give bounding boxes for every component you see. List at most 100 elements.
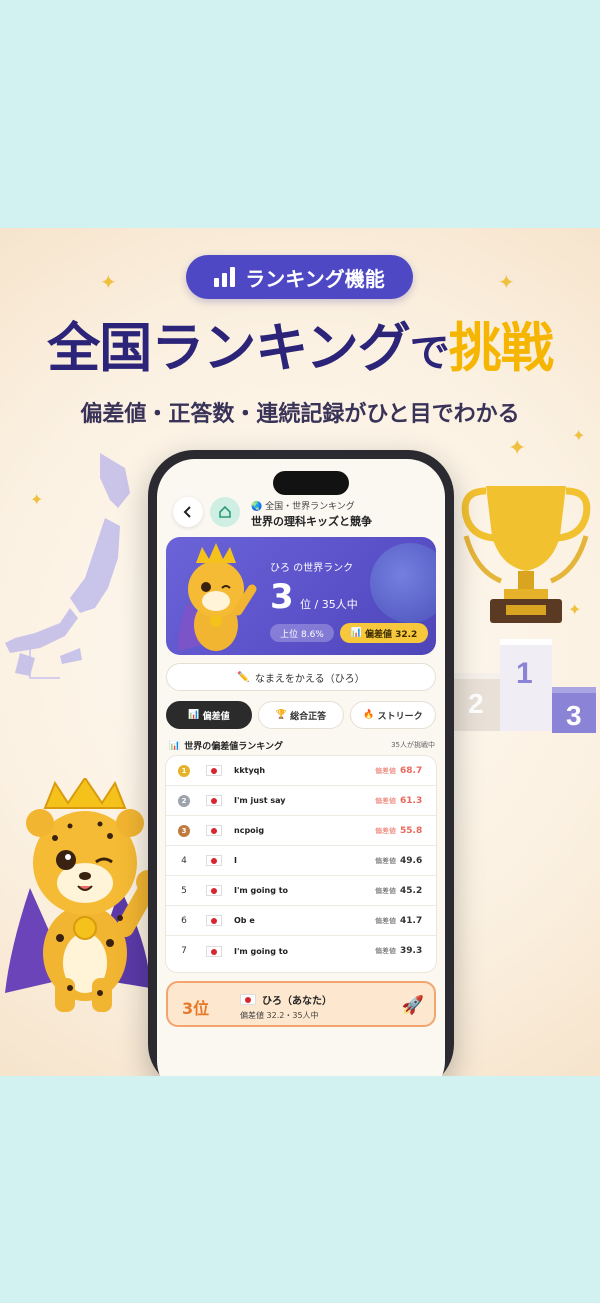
subheadline: 偏差値・正答数・連続記録がひと目でわかる <box>80 402 520 427</box>
tab-label: 総合正答 <box>290 711 327 722</box>
player-name: I'm just say <box>234 796 286 805</box>
headline-accent: 挑戦 <box>448 318 554 379</box>
ranking-list-title: 📊 世界の偏差値ランキング <box>169 739 283 753</box>
rename-button-label: なまえをかえる（ひろ） <box>254 673 365 685</box>
phone-mockup: 🌏 全国・世界ランキング 世界の理科キッズと競争 ひろ の世界ランク 3 位 /… <box>148 450 454 1076</box>
score-label: 偏差値 <box>375 796 396 805</box>
my-position-card[interactable]: 3位 ひろ（あなた） 偏差値 32.2・35人中 🚀 <box>166 981 436 1027</box>
tab-label: ストリーク <box>377 711 423 722</box>
silver-medal-icon: 2 <box>178 794 190 807</box>
player-name: kktyqh <box>234 766 266 775</box>
ranking-row[interactable]: 4 I 偏差値 49.6 <box>166 846 436 876</box>
feature-badge: ランキング機能 <box>186 255 413 299</box>
score-value: 55.8 <box>400 825 423 836</box>
fire-icon: 🔥 <box>363 710 375 720</box>
screen-subtitle: 🌏 全国・世界ランキング <box>251 502 355 512</box>
score-label: 偏差値 <box>375 856 396 865</box>
rank-cell: 5 <box>181 885 187 896</box>
score-label: 偏差値 <box>375 916 396 925</box>
ranking-list: 1 kktyqh 偏差値 68.7 2 I'm just say 偏差値 61.… <box>165 755 437 973</box>
dynamic-island <box>273 471 349 495</box>
bar-chart-icon <box>214 267 236 287</box>
chevron-left-icon <box>183 506 191 518</box>
my-stats: 偏差値 32.2・35人中 <box>240 1011 319 1020</box>
japan-flag-icon <box>206 885 222 896</box>
my-name-text: ひろ（あなた） <box>262 996 332 1007</box>
ranking-row[interactable]: 5 I'm going to 偏差値 45.2 <box>166 876 436 906</box>
bar-chart-icon: 📊 <box>350 628 362 638</box>
sparkle-icon: ✦ <box>572 426 586 445</box>
player-name: Ob e <box>234 916 255 925</box>
sparkle-icon: ✦ <box>100 270 117 294</box>
headline-mid: で <box>409 330 450 376</box>
score-value: 61.3 <box>400 795 423 806</box>
tab-deviation[interactable]: 📊 偏差値 <box>166 701 252 729</box>
headline-main: 全国ランキング <box>47 318 410 379</box>
sparkle-icon: ✦ <box>498 270 515 294</box>
podium-illustration: 2 1 3 <box>452 639 596 733</box>
participant-count: 35人が挑戦中 <box>391 741 435 749</box>
my-rank-card: ひろ の世界ランク 3 位 / 35人中 上位 8.6% 📊 偏差値 32.2 <box>166 537 436 655</box>
score-value: 41.7 <box>400 915 423 926</box>
japan-flag-icon <box>206 765 222 776</box>
rank-card-name: ひろ の世界ランク <box>270 563 354 574</box>
player-name: ncpoig <box>234 826 265 835</box>
sparkle-icon: ✦ <box>30 490 44 509</box>
japan-flag-icon <box>206 795 222 806</box>
tab-streak[interactable]: 🔥 ストリーク <box>350 701 436 729</box>
rocket-icon: 🚀 <box>401 995 424 1016</box>
home-button[interactable] <box>210 497 240 527</box>
score-label: 偏差値 <box>375 826 396 835</box>
score-label: 偏差値 <box>375 947 396 955</box>
ranking-row[interactable]: 6 Ob e 偏差値 41.7 <box>166 906 436 936</box>
tab-total-correct[interactable]: 🏆 総合正答 <box>258 701 344 729</box>
player-name: I <box>234 856 237 865</box>
globe-icon <box>370 543 436 623</box>
promo-banner: ランキング機能 全国ランキングで挑戦 偏差値・正答数・連続記録がひと目でわかる … <box>0 228 600 1076</box>
gold-medal-icon: 1 <box>178 764 190 777</box>
rank-cell: 4 <box>181 855 187 866</box>
score-label: 偏差値 <box>375 886 396 895</box>
ranking-row[interactable]: 2 I'm just say 偏差値 61.3 <box>166 786 436 816</box>
podium-label-3: 3 <box>566 700 582 731</box>
japan-map-illustration <box>5 453 130 679</box>
deviation-badge: 📊 偏差値 32.2 <box>340 623 428 643</box>
back-button[interactable] <box>173 497 203 527</box>
score-value: 68.7 <box>400 765 423 776</box>
japan-flag-icon <box>240 994 256 1005</box>
bronze-medal-icon: 3 <box>178 824 190 837</box>
score-value: 49.6 <box>400 855 423 866</box>
score-value: 45.2 <box>400 885 423 896</box>
my-name: ひろ（あなた） <box>240 992 332 1007</box>
tab-label: 偏差値 <box>202 711 230 722</box>
podium-label-1: 1 <box>516 657 533 690</box>
ranking-row[interactable]: 7 I'm going to 偏差値 39.3 <box>166 936 436 966</box>
ranking-list-title-text: 世界の偏差値ランキング <box>184 742 283 752</box>
my-rank: 3位 <box>182 999 210 1018</box>
ranking-row[interactable]: 3 ncpoig 偏差値 55.8 <box>166 816 436 846</box>
rank-cell: 1 <box>166 764 202 777</box>
trophy-illustration <box>461 486 591 623</box>
home-icon <box>219 505 231 518</box>
player-name: I'm going to <box>234 886 289 895</box>
japan-flag-icon <box>206 855 222 866</box>
rank-cell: 3 <box>166 824 202 837</box>
pencil-icon: ✏️ <box>237 671 250 683</box>
rank-number: 3 <box>270 577 294 617</box>
cheetah-mascot-illustration <box>5 778 160 1012</box>
headline: 全国ランキングで挑戦 <box>0 306 600 382</box>
chart-icon: 📊 <box>169 740 181 751</box>
ranking-row[interactable]: 1 kktyqh 偏差値 68.7 <box>166 756 436 786</box>
screen-title: 世界の理科キッズと競争 <box>251 515 372 528</box>
trophy-icon: 🏆 <box>275 710 288 720</box>
rank-cell: 2 <box>166 794 202 807</box>
rename-button[interactable]: ✏️ なまえをかえる（ひろ） <box>166 663 436 691</box>
feature-badge-label: ランキング機能 <box>245 266 385 291</box>
chart-icon: 📊 <box>188 710 200 720</box>
japan-flag-icon <box>206 825 222 836</box>
player-name: I'm going to <box>234 946 289 956</box>
japan-flag-icon <box>206 915 222 926</box>
score-label: 偏差値 <box>375 766 396 775</box>
rank-suffix: 位 / 35人中 <box>300 598 358 611</box>
rank-cell: 6 <box>181 915 187 926</box>
